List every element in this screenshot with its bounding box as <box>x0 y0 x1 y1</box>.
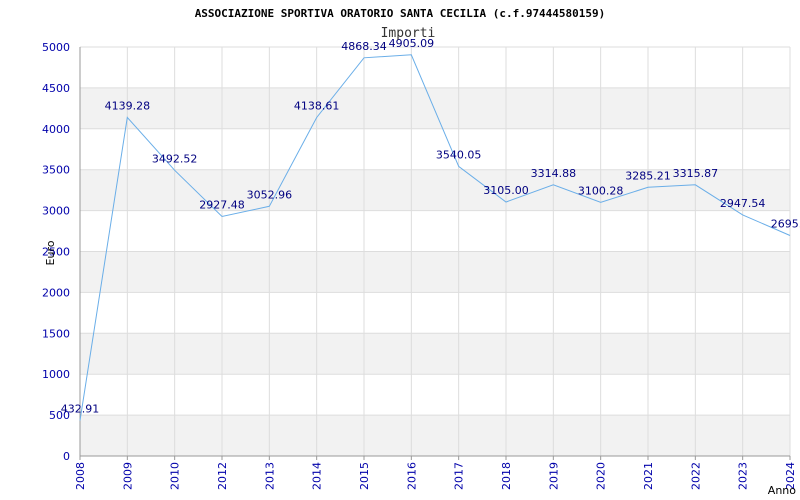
data-label: 4138.61 <box>294 99 340 112</box>
data-label: 4868.34 <box>341 40 387 53</box>
background-band <box>80 251 790 293</box>
data-label: 3540.05 <box>436 148 482 161</box>
data-label: 3315.87 <box>673 167 719 180</box>
data-label: 3052.96 <box>247 188 293 201</box>
x-tick-label: 2016 <box>405 462 418 490</box>
x-tick-label: 2014 <box>311 462 324 490</box>
y-tick-label: 2000 <box>42 286 70 299</box>
y-axis-label: Euro <box>44 240 57 265</box>
data-label: 3105.00 <box>483 184 529 197</box>
x-tick-label: 2020 <box>595 462 608 490</box>
chart-subtitle: Importi <box>381 26 436 41</box>
x-tick-label: 2015 <box>358 462 371 490</box>
data-label: 432.91 <box>61 403 100 416</box>
x-tick-label: 2010 <box>169 462 182 490</box>
data-label: 3314.88 <box>531 167 577 180</box>
x-tick-label: 2023 <box>737 462 750 490</box>
x-tick-labels: 2008 2009 2010 2012 2013 2014 2015 2016 2017 2018… <box>74 462 797 490</box>
y-tick-label: 5000 <box>42 41 70 54</box>
y-tick-label: 3000 <box>42 205 70 218</box>
background-bands <box>80 87 790 456</box>
x-tick-label: 2022 <box>689 462 702 490</box>
x-tick-label: 2019 <box>547 462 560 490</box>
x-tick-label: 2017 <box>453 462 466 490</box>
line-chart: 0500100015002000250030003500400045005000… <box>42 7 800 497</box>
data-label: 3100.28 <box>578 184 624 197</box>
x-tick-label: 2013 <box>263 462 276 490</box>
y-tick-label: 4000 <box>42 123 70 136</box>
background-band <box>80 415 790 456</box>
y-tick-label: 4500 <box>42 82 70 95</box>
y-tick-label: 0 <box>63 450 70 463</box>
background-band <box>80 87 790 129</box>
x-tick-label: 2021 <box>642 462 655 490</box>
x-axis-label: Anno <box>768 484 796 497</box>
y-tick-label: 1000 <box>42 368 70 381</box>
chart-title: ASSOCIAZIONE SPORTIVA ORATORIO SANTA CEC… <box>195 7 606 20</box>
y-tick-label: 3500 <box>42 164 70 177</box>
data-label: 4139.28 <box>105 99 151 112</box>
data-label: 3492.52 <box>152 152 198 165</box>
data-label: 2927.48 <box>199 199 245 212</box>
x-tick-label: 2008 <box>74 462 87 490</box>
x-tick-label: 2018 <box>500 462 513 490</box>
y-tick-label: 1500 <box>42 327 70 340</box>
data-label: 2695.9 <box>771 217 800 230</box>
data-label: 2947.54 <box>720 197 766 210</box>
data-label: 3285.21 <box>625 169 671 182</box>
x-tick-label: 2012 <box>216 462 229 490</box>
x-tick-label: 2009 <box>121 462 134 490</box>
background-band <box>80 333 790 375</box>
